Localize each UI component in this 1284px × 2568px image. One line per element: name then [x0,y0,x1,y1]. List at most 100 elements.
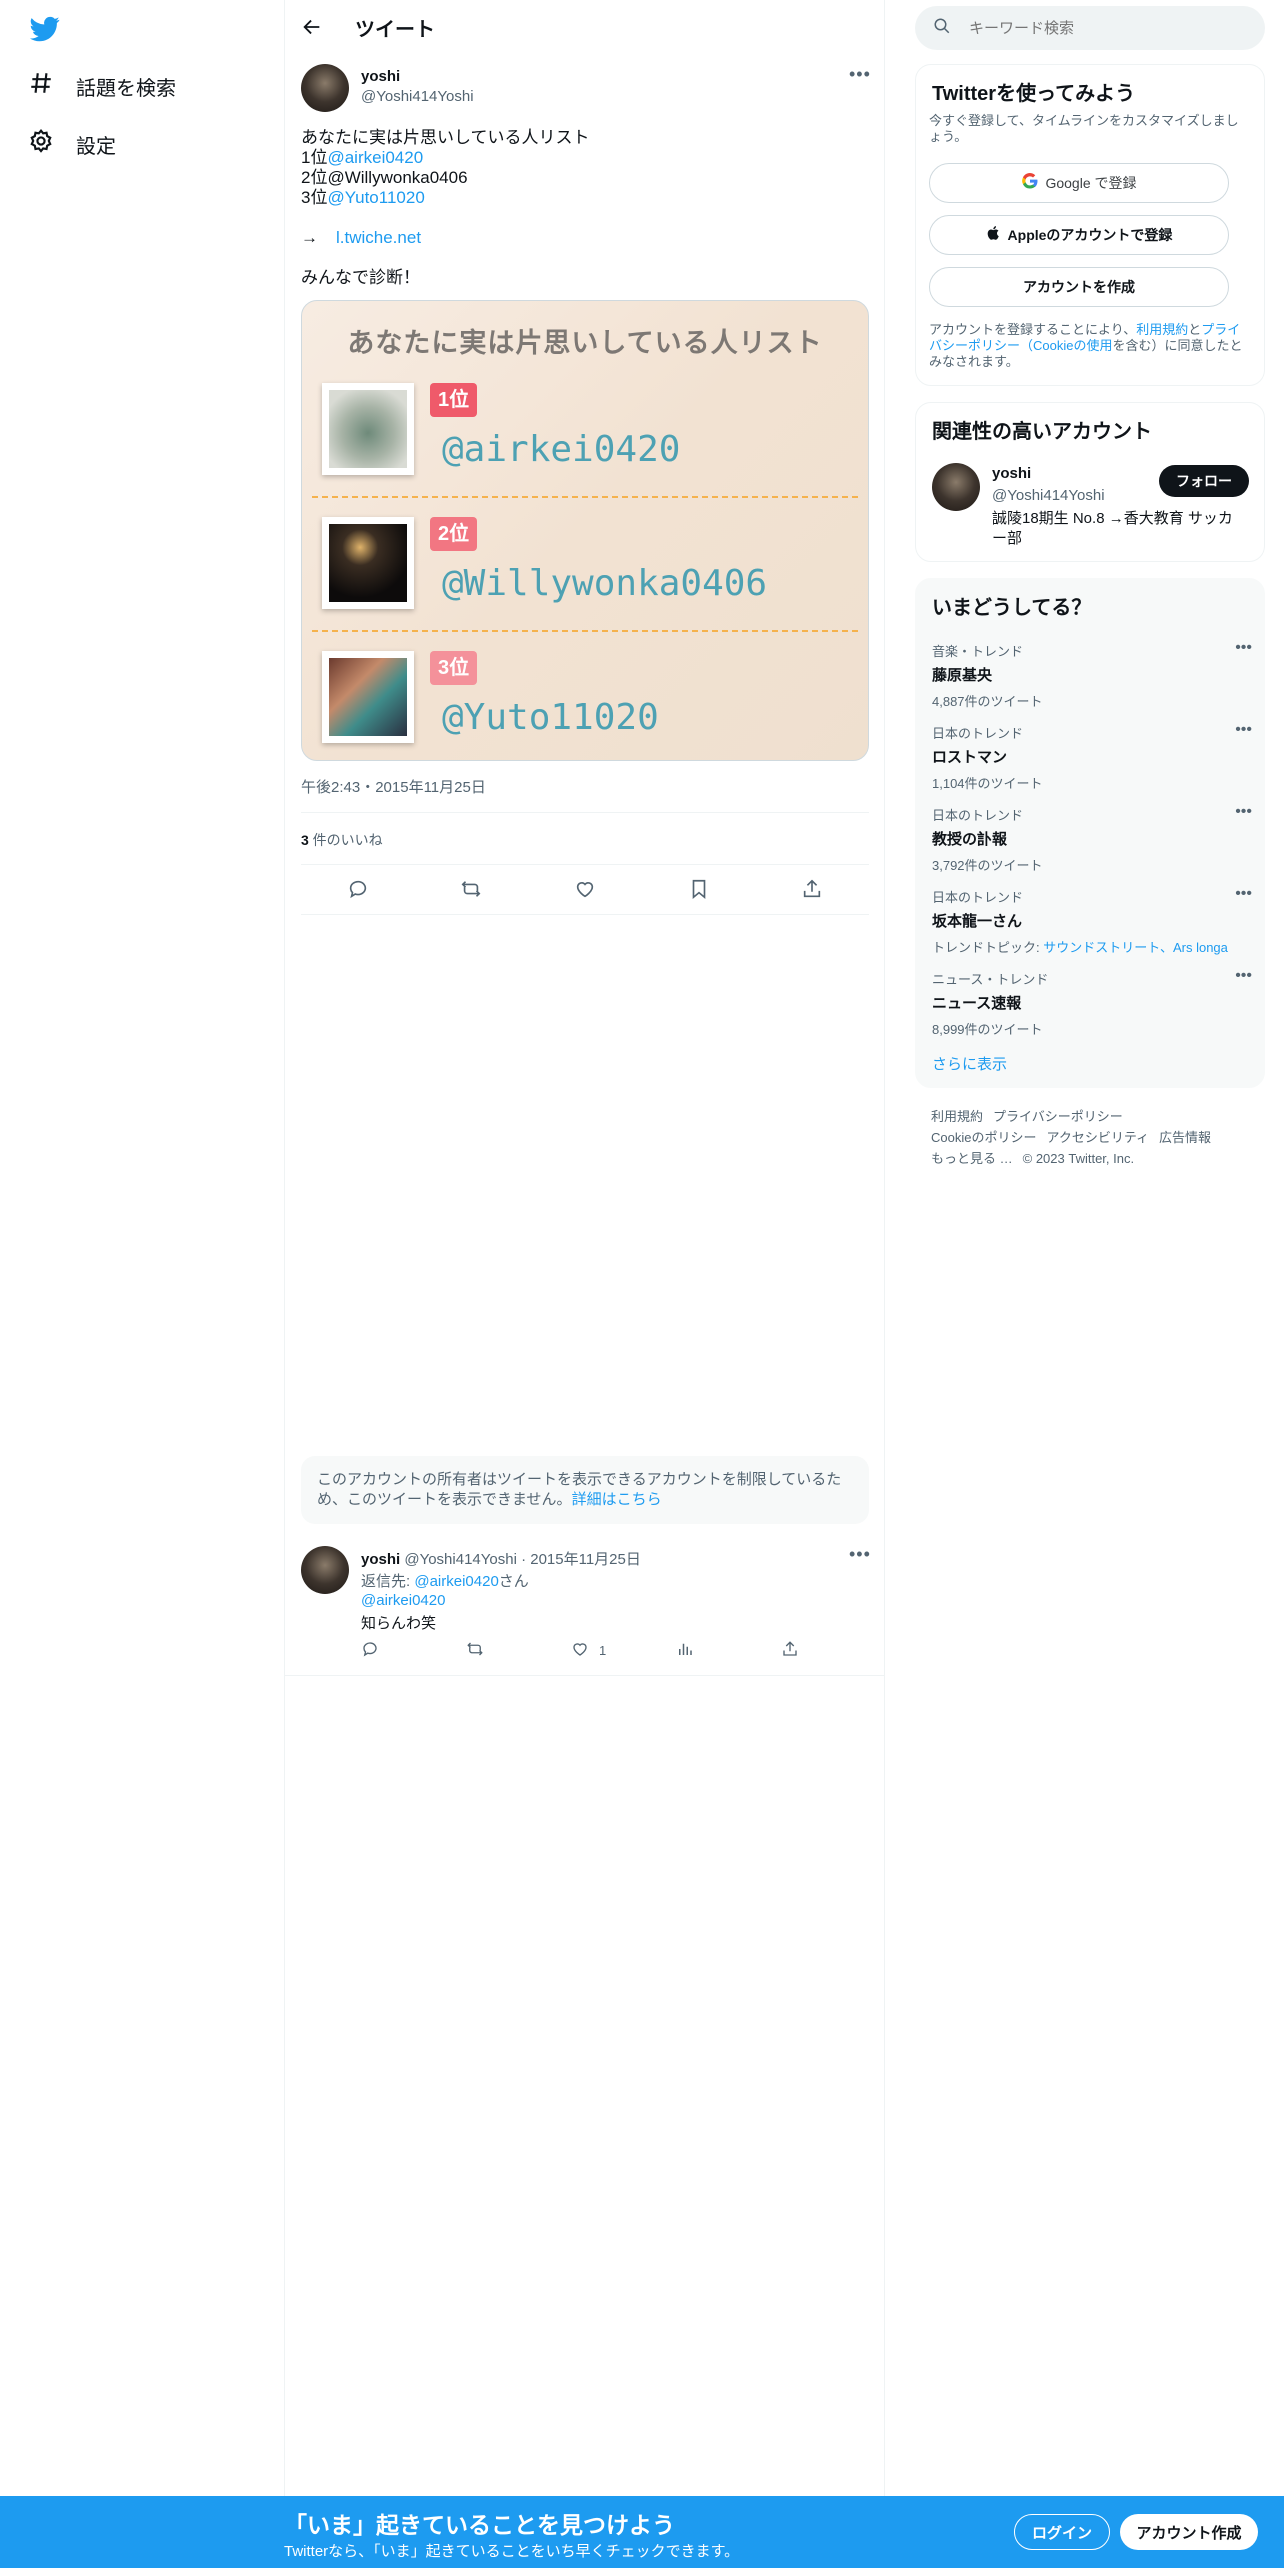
reply-author-name[interactable]: yoshi [361,1551,400,1568]
share-icon[interactable] [801,878,823,905]
back-arrow-icon[interactable] [301,16,323,38]
rank-photo [322,517,414,609]
likes-label: 件のいいね [308,832,383,848]
learn-more-link[interactable]: 詳細はこちら [572,1491,662,1508]
trend-item[interactable]: 日本のトレンド 教授の訃報 3,792件のツイート ••• [932,803,1252,874]
twitter-logo-icon[interactable] [28,14,62,44]
avatar[interactable] [932,463,980,511]
footer-link[interactable]: もっと見る … [931,1151,1013,1166]
like-button[interactable]: 1 [571,1640,651,1661]
footer-link[interactable]: 利用規約 [931,1109,983,1124]
bottom-bar-title: 「いま」起きていることを見つけよう [284,2512,675,2538]
footer-link[interactable]: プライバシーポリシー [993,1109,1123,1124]
trend-item[interactable]: 音楽・トレンド 藤原基央 4,887件のツイート ••• [932,639,1252,710]
trend-item[interactable]: ニュース・トレンド ニュース速報 8,999件のツイート ••• [932,967,1252,1038]
trend-title: 坂本龍一さん [932,913,1023,930]
trend-item[interactable]: 日本のトレンド 坂本龍一さん トレンドトピック: サウンドストリート、Ars l… [932,885,1252,956]
more-options-icon[interactable]: ••• [849,64,871,85]
mention-link[interactable]: @airkei0420 [327,148,423,167]
likes-summary[interactable]: 3 件のいいね [301,830,383,850]
nav-item-settings[interactable]: 設定 [28,124,116,164]
like-count: 1 [599,1643,607,1658]
more-options-icon[interactable]: ••• [1235,885,1252,903]
footer-link[interactable]: 広告情報 [1159,1130,1211,1145]
trend-category: 日本のトレンド [932,726,1024,741]
related-name[interactable]: yoshi [992,465,1031,482]
show-more-link[interactable]: さらに表示 [932,1053,1007,1074]
gear-icon [28,128,54,160]
trend-title: 教授の訃報 [932,831,1008,848]
rank-row: 2位 @Willywonka0406 [302,505,868,639]
more-options-icon[interactable]: ••• [849,1544,871,1565]
terms-text: アカウントを登録することにより、利用規約とプライバシーポリシー（Cookieの使… [929,322,1249,370]
left-navigation: 話題を検索 設定 [0,0,285,2568]
search-input[interactable] [969,19,1229,37]
login-button[interactable]: ログイン [1014,2514,1110,2550]
terms-and: と [1188,322,1202,337]
signup-title: Twitterを使ってみよう [932,83,1136,105]
bookmark-icon[interactable] [688,878,710,905]
tweet-author[interactable]: yoshi @Yoshi414Yoshi [301,64,474,112]
more-options-icon[interactable]: ••• [1235,639,1252,657]
share-button[interactable] [781,1640,811,1661]
more-options-icon[interactable]: ••• [1235,721,1252,739]
apple-signup-button[interactable]: Appleのアカウントで登録 [929,215,1229,255]
reply-handle-date: @Yoshi414Yoshi · 2015年11月25日 [400,1551,641,1568]
url-link[interactable]: l.twiche.net [336,228,421,247]
rank-name: @Yuto11020 [442,697,659,738]
nav-item-explore[interactable]: 話題を検索 [28,66,176,106]
signup-button[interactable]: アカウント作成 [1120,2514,1258,2550]
trend-category: 日本のトレンド [932,890,1024,905]
retweet-button[interactable] [466,1640,546,1661]
more-options-icon[interactable]: ••• [1235,967,1252,985]
retweet-icon [466,1640,484,1661]
trend-count: 3,792件のツイート [932,858,1043,873]
avatar[interactable] [301,1546,349,1594]
retweet-icon[interactable] [460,878,482,905]
rank-badge: 3位 [430,651,478,685]
likes-count: 3 [301,832,309,848]
tweet-timestamp[interactable]: 午後2:43・2015年11月25日 [301,776,486,797]
reply-button[interactable] [361,1640,441,1661]
more-options-icon[interactable]: ••• [1235,803,1252,821]
reply-tweet[interactable]: yoshi @Yoshi414Yoshi · 2015年11月25日 ••• 返… [285,1536,885,1676]
signup-subtitle: 今すぐ登録して、タイムラインをカスタマイズしましょう。 [929,113,1239,144]
footer-link[interactable]: アクセシビリティ [1046,1130,1149,1145]
rank-row: 1位 @airkei0420 [302,371,868,505]
google-signup-button[interactable]: Google で登録 [929,163,1229,203]
mention-link[interactable]: @airkei0420 [414,1573,498,1590]
rank-name: @Willywonka0406 [442,563,768,604]
terms-link[interactable]: 利用規約 [1136,322,1188,337]
footer-link[interactable]: Cookieのポリシー [931,1130,1036,1145]
trend-topics-link[interactable]: サウンドストリート、Ars longa [1043,940,1228,955]
reply-meta: yoshi @Yoshi414Yoshi · 2015年11月25日 [361,1548,641,1569]
rank-name: @airkei0420 [442,429,681,470]
tweet-image-card[interactable]: あなたに実は片思いしている人リスト 1位 @airkei0420 2位 @Wil… [301,300,869,761]
trend-item[interactable]: 日本のトレンド ロストマン 1,104件のツイート ••• [932,721,1252,792]
author-name[interactable]: yoshi [361,68,474,85]
search-bar[interactable] [915,6,1265,50]
follow-button[interactable]: フォロー [1159,465,1249,497]
related-accounts-panel: 関連性の高いアカウント yoshi @Yoshi414Yoshi 誠陵18期生 … [915,402,1265,562]
analytics-icon [676,1640,694,1661]
reply-icon[interactable] [347,878,369,905]
mention-link[interactable]: @airkei0420 [361,1592,445,1609]
avatar[interactable] [301,64,349,112]
bottom-signup-bar: 「いま」起きていることを見つけよう Twitterなら、「いま」起きていることを… [0,2496,1284,2568]
rank-label: 3位 [301,188,328,207]
like-icon[interactable] [574,878,596,905]
trend-count: 8,999件のツイート [932,1022,1043,1037]
trend-category: 日本のトレンド [932,808,1024,823]
author-handle[interactable]: @Yoshi414Yoshi [361,88,474,105]
related-handle[interactable]: @Yoshi414Yoshi [992,487,1105,504]
views-button[interactable] [676,1640,756,1661]
page-header: ツイート [285,0,884,54]
reply-icon [361,1640,379,1661]
dashed-divider [312,630,858,632]
mention-link[interactable]: @Yuto11020 [327,188,424,207]
trend-category: ニュース・トレンド [932,972,1049,987]
rank-photo [322,651,414,743]
rank-row: 3位 @Yuto11020 [302,639,868,760]
share-icon [781,1640,799,1661]
create-account-button[interactable]: アカウントを作成 [929,267,1229,307]
